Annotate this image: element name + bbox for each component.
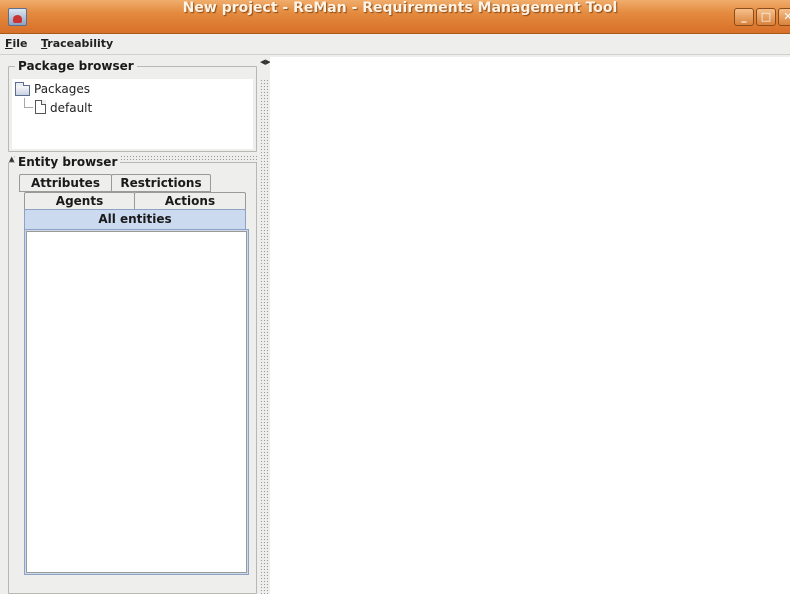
- file-icon: [35, 100, 46, 114]
- title-bar[interactable]: New project - ReMan - Requirements Manag…: [0, 0, 790, 34]
- app-window: New project - ReMan - Requirements Manag…: [0, 0, 790, 594]
- tree-node-default[interactable]: default: [50, 101, 92, 115]
- tab-attributes[interactable]: Attributes: [19, 174, 112, 192]
- tree-node-packages[interactable]: Packages: [34, 82, 90, 96]
- minimize-icon: _: [741, 10, 747, 23]
- window-title: New project - ReMan - Requirements Manag…: [182, 0, 618, 16]
- main-content-area[interactable]: [270, 57, 790, 594]
- close-button[interactable]: ✕: [778, 8, 790, 26]
- tab-agents[interactable]: Agents: [24, 192, 135, 210]
- collapse-arrows-icon[interactable]: ◀▶: [260, 58, 271, 80]
- menu-traceability[interactable]: Traceability: [41, 37, 113, 50]
- package-browser-title: Package browser: [15, 59, 137, 73]
- tab-restrictions[interactable]: Restrictions: [111, 174, 211, 192]
- tab-all-entities[interactable]: All entities: [24, 209, 246, 230]
- entity-list[interactable]: [26, 231, 247, 573]
- menu-file-label: ile: [12, 37, 28, 50]
- close-icon: ✕: [783, 10, 790, 23]
- tree-connector: [24, 98, 33, 108]
- package-tree[interactable]: Packages default: [12, 79, 253, 149]
- tab-content-panel: [24, 229, 249, 575]
- entity-browser: Entity browser Attributes Restrictions A…: [8, 155, 257, 594]
- maximize-icon: □: [760, 10, 772, 23]
- tab-actions[interactable]: Actions: [134, 192, 246, 210]
- left-panel: Package browser Packages default ▲▼ Enti…: [8, 58, 259, 594]
- menu-bar: File Traceability: [0, 35, 790, 55]
- package-browser: Package browser Packages default ▲▼: [8, 59, 258, 163]
- entity-browser-title: Entity browser: [15, 155, 121, 169]
- minimize-button[interactable]: _: [734, 8, 754, 26]
- menu-traceability-label: raceability: [47, 37, 114, 50]
- maximize-button[interactable]: □: [756, 8, 776, 26]
- horizontal-split-divider[interactable]: ◀▶: [260, 58, 271, 594]
- menu-file-mnemonic: F: [5, 37, 13, 50]
- menu-file[interactable]: File: [5, 37, 28, 50]
- folder-icon: [15, 82, 30, 96]
